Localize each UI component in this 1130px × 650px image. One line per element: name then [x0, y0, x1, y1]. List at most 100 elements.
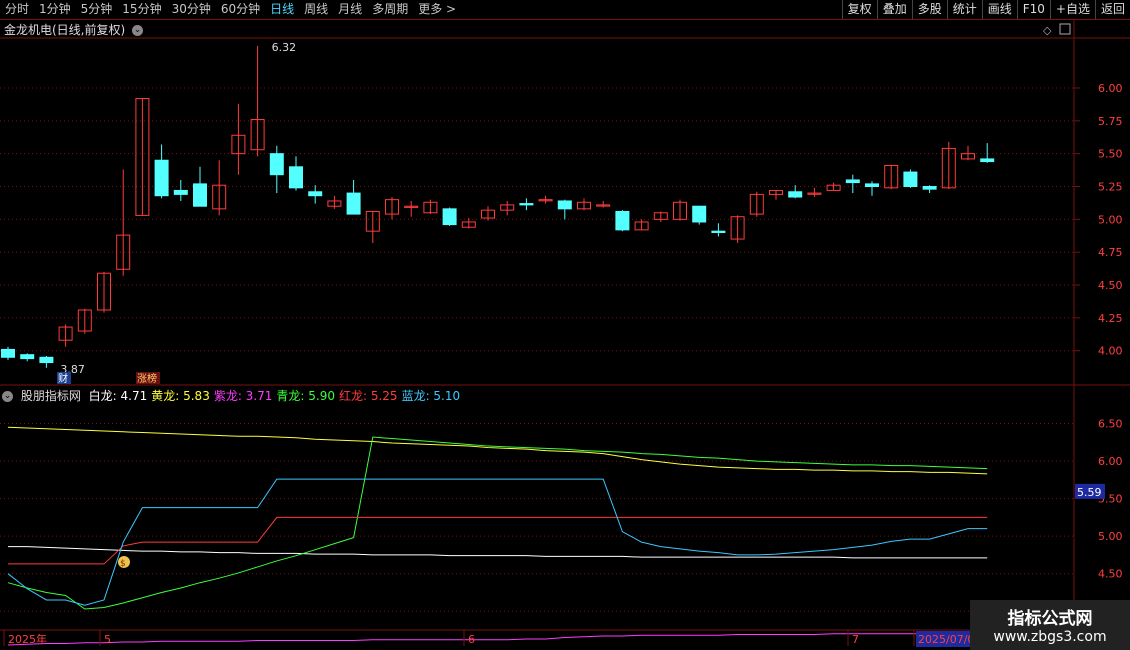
candle-body	[807, 192, 822, 195]
price-tick-label: 4.75	[1098, 246, 1123, 259]
toolbar-button[interactable]: 画线	[981, 0, 1017, 19]
date-label: 2025年	[8, 632, 47, 646]
candle-body	[519, 203, 534, 206]
period-tab[interactable]: 多周期	[367, 0, 413, 19]
candle-body	[884, 164, 899, 189]
ind-tick-label: 5.50	[1098, 493, 1123, 506]
candle-body	[922, 186, 937, 190]
candle-body	[77, 309, 92, 332]
candle-body	[557, 200, 572, 210]
date-label: 2025/07/0	[918, 633, 974, 646]
price-tick-label: 5.00	[1098, 213, 1123, 226]
candle-body	[308, 191, 323, 197]
indicator-value: 紫龙: 3.71	[213, 389, 273, 403]
price-tick-label: 4.25	[1098, 312, 1123, 325]
candle-body	[788, 191, 803, 198]
period-tab[interactable]: 60分钟	[216, 0, 265, 19]
toolbar-button[interactable]: 多股	[911, 0, 947, 19]
candle-body	[577, 201, 591, 210]
indicator-value: 白龙: 4.71	[88, 389, 148, 403]
candle-body	[269, 153, 284, 176]
candle-body	[730, 216, 745, 240]
candle-body	[500, 204, 515, 211]
candle-body	[461, 221, 476, 228]
candle-body	[212, 184, 227, 210]
date-label: 7	[852, 633, 859, 646]
series-line-红龙	[8, 516, 988, 565]
chevron-down-icon[interactable]: ⌄	[132, 25, 144, 36]
candle-body	[231, 134, 246, 155]
candle-body	[135, 97, 150, 216]
stock-name: 金龙机电(日线,前复权)	[4, 23, 126, 37]
candle-body	[615, 210, 630, 231]
candle-body	[173, 189, 188, 195]
price-tick-label: 4.00	[1098, 345, 1123, 358]
period-tab[interactable]: 日线	[265, 0, 299, 19]
candle-body	[653, 212, 668, 220]
candle-body	[673, 201, 687, 220]
toolbar-button[interactable]: 返回	[1094, 0, 1130, 19]
cai-badge-bg	[57, 372, 71, 384]
right-toolbar: 复权 叠加 多股 统计 画线 F10 +自选 返回	[841, 0, 1130, 19]
candle-body	[250, 119, 265, 151]
watermark-title: 指标公式网	[1007, 609, 1093, 629]
period-tab[interactable]: 分时	[0, 0, 34, 19]
money-bag-icon	[118, 556, 130, 568]
high-label: 6.32	[272, 41, 297, 54]
period-tab[interactable]: 更多 >	[413, 0, 461, 19]
ind-tick-label: 6.00	[1098, 455, 1123, 468]
series-line-白龙	[8, 546, 988, 559]
toolbar-button[interactable]: F10	[1016, 0, 1050, 19]
period-tab[interactable]: 5分钟	[76, 0, 118, 19]
candle-body	[769, 189, 783, 195]
candle-body	[289, 166, 303, 189]
candle-body	[327, 200, 342, 207]
candle-body	[1, 348, 15, 358]
candle-body	[865, 183, 879, 188]
candle-body	[481, 209, 495, 219]
period-tab[interactable]: 月线	[333, 0, 367, 19]
zt-badge: 涨榜	[137, 372, 157, 385]
ind-tick-label: 5.00	[1098, 530, 1123, 543]
candle-body	[442, 208, 457, 226]
candle-body	[97, 272, 111, 311]
indicator-title: ⌄ 股朋指标网 白龙: 4.71 黄龙: 5.83 紫龙: 3.71 青龙: 5.90…	[2, 387, 464, 404]
indicator-value: 蓝龙: 5.10	[401, 389, 461, 403]
chevron-down-icon[interactable]: ⌄	[2, 391, 13, 402]
watermark-url: www.zbgs3.com	[993, 629, 1107, 645]
toolbar-button[interactable]: 叠加	[876, 0, 912, 19]
candle-body	[346, 192, 361, 215]
candle-body	[596, 204, 611, 207]
series-line-紫龙	[7, 632, 988, 646]
candle-body	[826, 184, 841, 191]
period-tab[interactable]: 30分钟	[167, 0, 216, 19]
candle-body	[980, 158, 995, 163]
indicator-value: 黄龙: 5.83	[151, 389, 210, 403]
current-value-bg	[1075, 483, 1105, 499]
toolbar-button[interactable]: 复权	[841, 0, 877, 19]
indicator-value: 红龙: 5.25	[338, 389, 398, 403]
toolbar-button[interactable]: +自选	[1049, 0, 1095, 19]
candle-body	[749, 193, 764, 215]
price-tick-label: 6.00	[1098, 82, 1123, 95]
period-tab[interactable]: 1分钟	[34, 0, 76, 19]
period-tab[interactable]: 15分钟	[117, 0, 166, 19]
candle-body	[903, 171, 918, 188]
date-cursor-bg	[916, 631, 974, 647]
kline-chart: 6.00 5.75 5.50 5.25 5.00 4.75 4.50 4.25 4.00 6.32…	[0, 20, 1130, 650]
indicator-value: 青龙: 5.90	[276, 389, 335, 403]
zt-badge-bg	[136, 372, 160, 384]
toolbar-button[interactable]: 统计	[946, 0, 982, 19]
candle-body	[423, 201, 438, 214]
candle-body	[538, 199, 553, 202]
candle-body	[404, 205, 419, 208]
period-tab[interactable]: 周线	[299, 0, 333, 19]
candle-body	[58, 326, 73, 341]
price-tick-label: 4.50	[1098, 279, 1123, 292]
price-tick-label: 5.75	[1098, 115, 1123, 128]
ind-tick-label: 4.50	[1098, 568, 1123, 581]
candle-body	[193, 183, 207, 207]
watermark: 指标公式网 www.zbgs3.com	[970, 600, 1130, 650]
candle-body	[20, 354, 35, 360]
indicator-name: 股朋指标网	[20, 389, 81, 403]
